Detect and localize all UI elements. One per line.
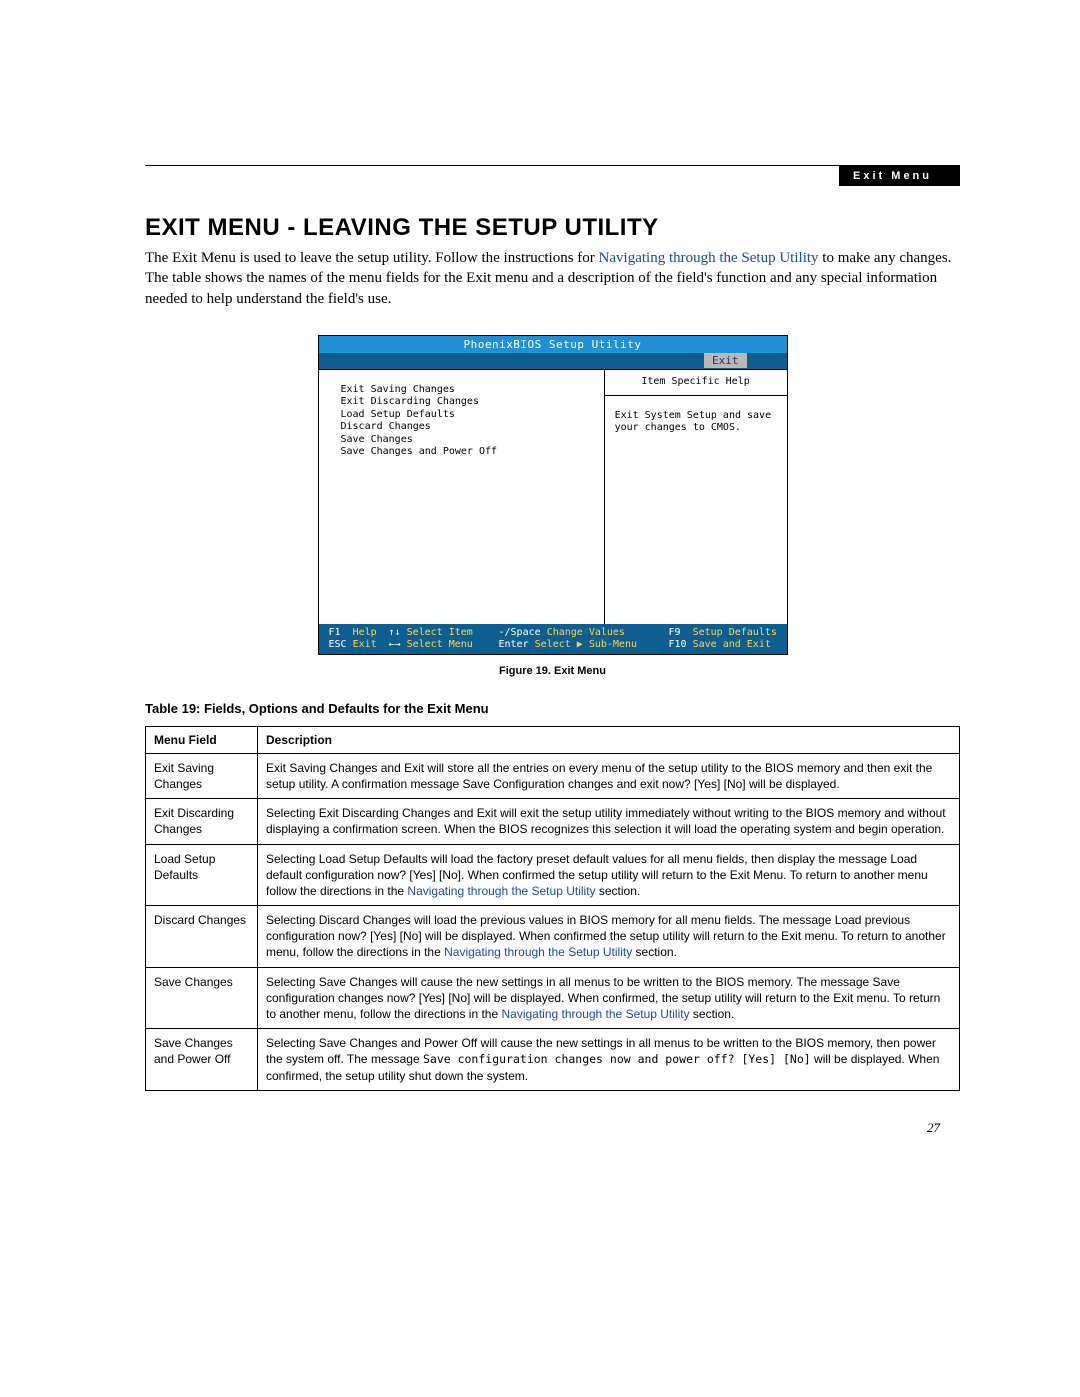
page-header-rule: Exit Menu <box>145 165 960 186</box>
key-f9: F9 <box>669 627 681 638</box>
cell-desc: Selecting Load Setup Defaults will load … <box>258 844 960 906</box>
cell-desc-text: section. <box>596 884 641 898</box>
cell-field: Exit Discarding Changes <box>146 799 258 844</box>
key-esc-label: Exit <box>353 639 377 650</box>
key-enter: Enter <box>499 639 529 650</box>
table-row: Save Changes and Power Off Selecting Sav… <box>146 1029 960 1091</box>
cell-desc-text: section. <box>690 1007 735 1021</box>
key-esc: ESC <box>329 639 347 650</box>
intro-paragraph: The Exit Menu is used to leave the setup… <box>145 248 960 309</box>
page-number: 27 <box>927 1120 940 1136</box>
col-header-field: Menu Field <box>146 726 258 753</box>
cell-desc: Exit Saving Changes and Exit will store … <box>258 753 960 798</box>
nav-setup-link[interactable]: Navigating through the Setup Utility <box>501 1007 689 1021</box>
cell-desc: Selecting Save Changes will cause the ne… <box>258 967 960 1029</box>
table-row: Load Setup Defaults Selecting Load Setup… <box>146 844 960 906</box>
figure-caption: Figure 19. Exit Menu <box>145 665 960 677</box>
key-leftright: ←→ <box>389 639 401 650</box>
key-updown: ↑↓ <box>389 627 401 638</box>
fields-table: Menu Field Description Exit Saving Chang… <box>145 726 960 1091</box>
header-tab: Exit Menu <box>839 166 960 186</box>
table-row: Exit Discarding Changes Selecting Exit D… <box>146 799 960 844</box>
bios-tab-exit: Exit <box>704 353 747 368</box>
key-f10: F10 <box>669 639 687 650</box>
nav-setup-link[interactable]: Navigating through the Setup Utility <box>444 945 632 959</box>
key-updown-label: Select Item <box>407 627 473 638</box>
bios-menu-item: Save Changes and Power Off <box>341 446 592 459</box>
bios-figure: PhoenixBIOS Setup Utility Exit Exit Savi… <box>318 335 788 655</box>
bios-help-title: Item Specific Help <box>605 370 787 396</box>
table-title: Table 19: Fields, Options and Defaults f… <box>145 701 960 716</box>
key-f10-label: Save and Exit <box>693 639 771 650</box>
table-row: Discard Changes Selecting Discard Change… <box>146 906 960 968</box>
table-row: Save Changes Selecting Save Changes will… <box>146 967 960 1029</box>
bios-footer-keys: F1 Help ↑↓ Select Item -/Space Change Va… <box>319 624 787 654</box>
table-row: Exit Saving Changes Exit Saving Changes … <box>146 753 960 798</box>
cell-desc: Selecting Exit Discarding Changes and Ex… <box>258 799 960 844</box>
key-f1: F1 <box>329 627 341 638</box>
nav-setup-link[interactable]: Navigating through the Setup Utility <box>599 250 819 266</box>
bios-title-bar: PhoenixBIOS Setup Utility <box>319 336 787 353</box>
bios-tab-bar: Exit <box>319 353 787 369</box>
bios-help-text: Exit System Setup and save your changes … <box>605 396 787 624</box>
key-space-label: Change Values <box>547 627 625 638</box>
bios-menu-item: Discard Changes <box>341 421 592 434</box>
bios-menu-pane: Exit Saving Changes Exit Discarding Chan… <box>319 370 605 624</box>
cell-desc-mono: Save configuration changes now and power… <box>423 1052 811 1066</box>
key-space: -/Space <box>499 627 541 638</box>
key-f1-label: Help <box>353 627 377 638</box>
bios-help-pane: Item Specific Help Exit System Setup and… <box>605 370 787 624</box>
bios-menu-item: Exit Discarding Changes <box>341 396 592 409</box>
cell-field: Discard Changes <box>146 906 258 968</box>
key-enter-label: Select ▶ Sub-Menu <box>535 639 637 650</box>
key-f9-label: Setup Defaults <box>693 627 777 638</box>
bios-menu-item: Load Setup Defaults <box>341 409 592 422</box>
cell-field: Load Setup Defaults <box>146 844 258 906</box>
intro-text-before: The Exit Menu is used to leave the setup… <box>145 250 599 266</box>
cell-field: Exit Saving Changes <box>146 753 258 798</box>
cell-desc: Selecting Save Changes and Power Off wil… <box>258 1029 960 1091</box>
bios-menu-item: Exit Saving Changes <box>341 384 592 397</box>
cell-field: Save Changes <box>146 967 258 1029</box>
section-heading: EXIT MENU - LEAVING THE SETUP UTILITY <box>145 214 960 242</box>
col-header-desc: Description <box>258 726 960 753</box>
nav-setup-link[interactable]: Navigating through the Setup Utility <box>407 884 595 898</box>
bios-menu-item: Save Changes <box>341 434 592 447</box>
key-leftright-label: Select Menu <box>407 639 473 650</box>
cell-desc: Selecting Discard Changes will load the … <box>258 906 960 968</box>
cell-field: Save Changes and Power Off <box>146 1029 258 1091</box>
cell-desc-text: section. <box>632 945 677 959</box>
